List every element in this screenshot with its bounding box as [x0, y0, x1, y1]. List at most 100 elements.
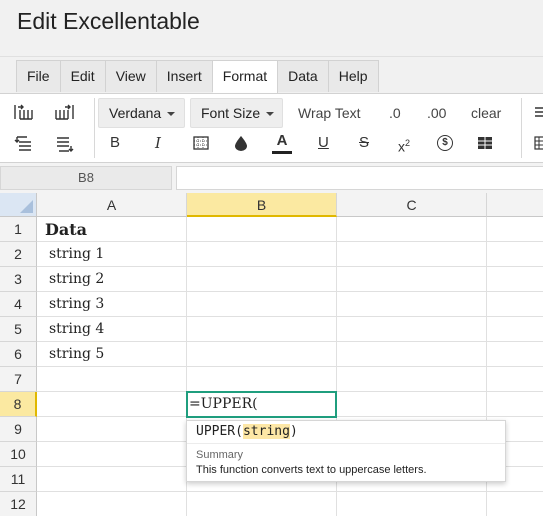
menu-view[interactable]: View	[106, 61, 157, 92]
italic-button[interactable]: I	[155, 133, 161, 153]
cell-d4[interactable]	[487, 292, 543, 317]
toolbar-divider	[94, 98, 95, 158]
cell-a1[interactable]: Data	[37, 217, 187, 242]
cell-editor-b8[interactable]: =UPPER(	[186, 391, 337, 418]
cell-borders-icon[interactable]	[192, 134, 210, 152]
insert-column-right-icon[interactable]	[54, 102, 76, 122]
cell-c12[interactable]	[337, 492, 487, 516]
cell-b4[interactable]	[187, 292, 337, 317]
menu-edit[interactable]: Edit	[61, 61, 106, 92]
cell-a4[interactable]: string 3	[37, 292, 187, 317]
decrease-decimals-button[interactable]: .0	[389, 103, 401, 123]
tooltip-divider	[187, 443, 505, 444]
font-color-letter: A	[276, 131, 288, 149]
column-header-b[interactable]: B	[187, 193, 337, 217]
formula-input[interactable]	[176, 166, 543, 190]
cell-b1[interactable]	[187, 217, 337, 242]
row-header[interactable]: 6	[0, 342, 37, 367]
cell-b7[interactable]	[187, 367, 337, 392]
cell-c5[interactable]	[337, 317, 487, 342]
cell-d8[interactable]	[487, 392, 543, 417]
open-paren: (	[235, 424, 243, 439]
table-grid-icon[interactable]	[534, 135, 543, 151]
superscript-button[interactable]: x2	[398, 133, 410, 157]
currency-format-button[interactable]: $	[437, 135, 453, 151]
select-all-corner[interactable]	[0, 193, 37, 217]
column-header-d[interactable]	[487, 193, 543, 217]
cell-d7[interactable]	[487, 367, 543, 392]
column-header-c[interactable]: C	[337, 193, 487, 217]
row-header[interactable]: 11	[0, 467, 37, 492]
menu-insert[interactable]: Insert	[157, 61, 213, 92]
menu-data[interactable]: Data	[278, 61, 329, 92]
cell-a3[interactable]: string 2	[37, 267, 187, 292]
app-title: Edit Excellentable	[17, 8, 200, 34]
row-header[interactable]: 3	[0, 267, 37, 292]
cell-c1[interactable]	[337, 217, 487, 242]
cell-c2[interactable]	[337, 242, 487, 267]
cell-b12[interactable]	[187, 492, 337, 516]
strikethrough-button[interactable]: S	[359, 133, 369, 153]
row-header[interactable]: 12	[0, 492, 37, 516]
chevron-down-icon	[266, 112, 275, 117]
cell-a10[interactable]	[37, 442, 187, 467]
cell-a5[interactable]: string 4	[37, 317, 187, 342]
row-header[interactable]: 7	[0, 367, 37, 392]
row-header[interactable]: 8	[0, 392, 37, 417]
corner-triangle-icon	[20, 200, 33, 213]
cell-a9[interactable]	[37, 417, 187, 442]
cell-a6[interactable]: string 5	[37, 342, 187, 367]
cell-d6[interactable]	[487, 342, 543, 367]
row-header[interactable]: 2	[0, 242, 37, 267]
font-family-dropdown[interactable]: Verdana	[98, 98, 185, 128]
row-header[interactable]: 9	[0, 417, 37, 442]
cell-c6[interactable]	[337, 342, 487, 367]
cell-c7[interactable]	[337, 367, 487, 392]
clear-format-button[interactable]: clear	[471, 103, 501, 123]
font-color-button[interactable]: A	[271, 131, 293, 155]
merge-cells-icon[interactable]	[476, 134, 494, 152]
cell-d3[interactable]	[487, 267, 543, 292]
wrap-text-button[interactable]: Wrap Text	[298, 103, 361, 123]
cell-a12[interactable]	[37, 492, 187, 516]
column-header-a[interactable]: A	[37, 193, 187, 217]
cell-b2[interactable]	[187, 242, 337, 267]
cell-b6[interactable]	[187, 342, 337, 367]
cell-a8[interactable]	[37, 392, 187, 417]
cell-c3[interactable]	[337, 267, 487, 292]
row-header[interactable]: 4	[0, 292, 37, 317]
row-header[interactable]: 10	[0, 442, 37, 467]
title-bar: Edit Excellentable	[0, 0, 543, 57]
menu-format[interactable]: Format	[212, 61, 279, 93]
font-size-dropdown[interactable]: Font Size	[190, 98, 283, 128]
row-header[interactable]: 5	[0, 317, 37, 342]
menu-help[interactable]: Help	[329, 61, 378, 92]
cell-a7[interactable]	[37, 367, 187, 392]
cell-d2[interactable]	[487, 242, 543, 267]
cell-d5[interactable]	[487, 317, 543, 342]
cell-c8[interactable]	[337, 392, 487, 417]
cell-c4[interactable]	[337, 292, 487, 317]
bold-button[interactable]: B	[110, 133, 120, 153]
cell-b5[interactable]	[187, 317, 337, 342]
cell-a11[interactable]	[37, 467, 187, 492]
cell-a2[interactable]: string 1	[37, 242, 187, 267]
dollar-icon: $	[442, 137, 448, 148]
menu-bar: File Edit View Insert Format Data Help	[0, 57, 543, 93]
fill-color-icon[interactable]	[232, 134, 250, 152]
insert-row-above-icon[interactable]	[12, 134, 34, 154]
format-toolbar: Verdana Font Size Wrap Text .0 .00 clear…	[0, 93, 543, 163]
insert-row-below-icon[interactable]	[54, 134, 76, 154]
cell-b3[interactable]	[187, 267, 337, 292]
underline-button[interactable]: U	[318, 133, 329, 153]
row-header[interactable]: 1	[0, 217, 37, 242]
increase-decimals-button[interactable]: .00	[427, 103, 446, 123]
function-argument: string	[242, 424, 290, 439]
align-left-icon[interactable]	[534, 106, 543, 120]
spreadsheet-grid: A B C 1 Data 2 string 1 3 string 2 4 string 35s…	[0, 193, 543, 516]
insert-column-left-icon[interactable]	[12, 102, 34, 122]
cell-reference-box[interactable]: B8	[0, 166, 172, 190]
cell-d12[interactable]	[487, 492, 543, 516]
menu-file[interactable]: File	[17, 61, 61, 92]
cell-d1[interactable]	[487, 217, 543, 242]
